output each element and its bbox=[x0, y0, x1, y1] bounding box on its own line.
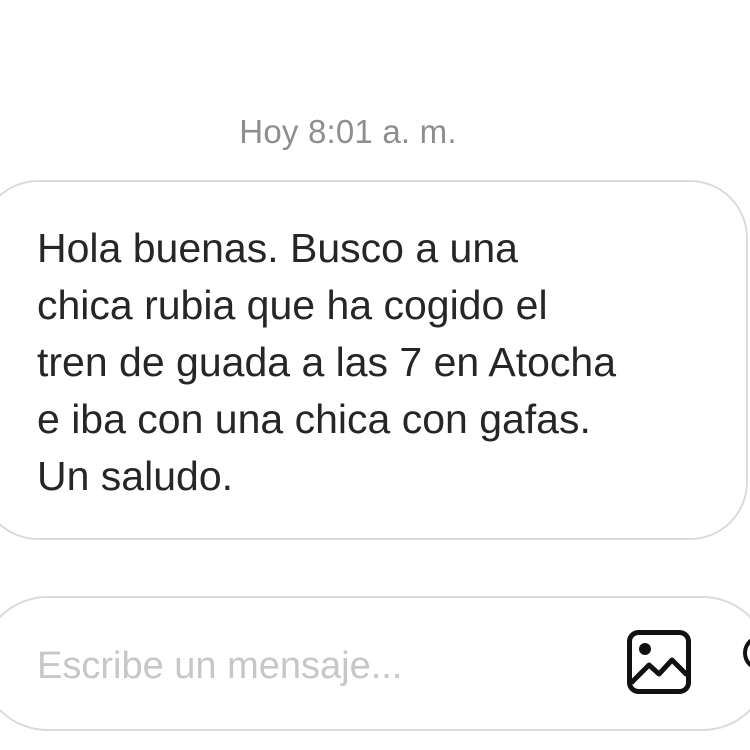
chat-screen: Hoy 8:01 a. m. Hola buenas. Busco a una … bbox=[0, 0, 750, 750]
image-gallery-icon bbox=[627, 630, 691, 694]
gallery-button[interactable] bbox=[627, 630, 691, 694]
message-input[interactable] bbox=[37, 640, 597, 692]
message-timestamp: Hoy 8:01 a. m. bbox=[239, 113, 457, 150]
circle-icon bbox=[743, 638, 750, 668]
extra-action-button[interactable] bbox=[741, 633, 750, 673]
message-text: Hola buenas. Busco a una chica rubia que… bbox=[37, 225, 617, 499]
